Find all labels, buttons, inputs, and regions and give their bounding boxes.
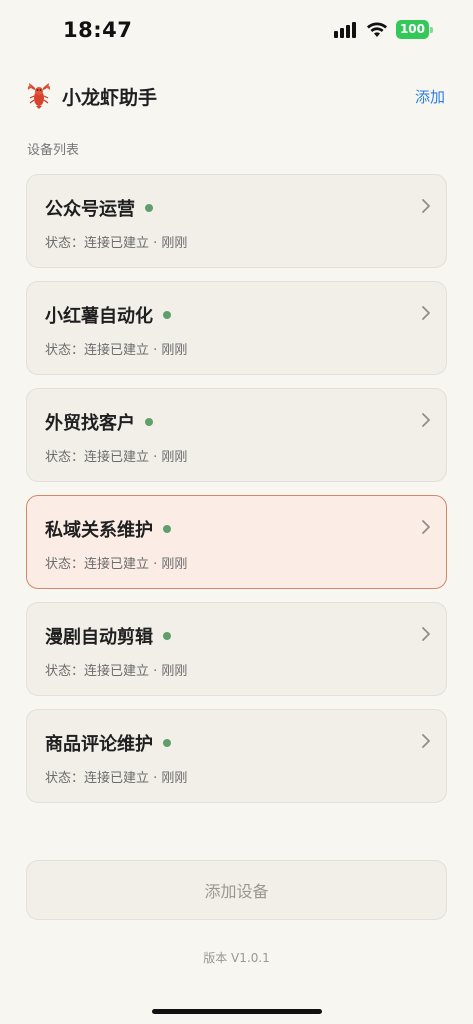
device-card[interactable]: 外贸找客户 状态：连接已建立 · 刚刚	[26, 388, 447, 482]
device-status: 状态：连接已建立 · 刚刚	[45, 450, 188, 465]
device-name: 商品评论维护	[45, 734, 153, 755]
device-list-heading: 设备列表	[27, 143, 80, 158]
app-header: 小龙虾助手 添加	[26, 78, 447, 114]
device-name: 公众号运营	[45, 199, 135, 220]
device-list: 公众号运营 状态：连接已建立 · 刚刚 小红薯自动化 状态：连接已建立 · 刚刚…	[26, 174, 447, 816]
online-status-dot	[163, 632, 171, 640]
device-status: 状态：连接已建立 · 刚刚	[45, 557, 188, 572]
device-name-row: 漫剧自动剪辑	[45, 623, 171, 649]
device-status: 状态：连接已建立 · 刚刚	[45, 664, 188, 679]
online-status-dot	[163, 525, 171, 533]
device-card-selected[interactable]: 私域关系维护 状态：连接已建立 · 刚刚	[26, 495, 447, 589]
online-status-dot	[163, 739, 171, 747]
cellular-signal-icon	[333, 21, 358, 38]
device-name: 外贸找客户	[45, 413, 135, 434]
online-status-dot	[145, 204, 153, 212]
battery-level: 100	[395, 20, 429, 39]
chevron-right-icon	[422, 520, 430, 534]
wifi-icon	[366, 22, 388, 38]
chevron-right-icon	[422, 199, 430, 213]
app-title: 小龙虾助手	[62, 86, 158, 109]
device-name-row: 商品评论维护	[45, 730, 171, 756]
device-status: 状态：连接已建立 · 刚刚	[45, 343, 188, 358]
lobster-icon	[26, 81, 52, 111]
status-time: 18:47	[63, 18, 133, 42]
device-card[interactable]: 小红薯自动化 状态：连接已建立 · 刚刚	[26, 281, 447, 375]
device-card[interactable]: 漫剧自动剪辑 状态：连接已建立 · 刚刚	[26, 602, 447, 696]
device-name-row: 外贸找客户	[45, 409, 153, 435]
chevron-right-icon	[422, 306, 430, 320]
device-status: 状态：连接已建立 · 刚刚	[45, 771, 188, 786]
chevron-right-icon	[422, 413, 430, 427]
add-device-button[interactable]: 添加设备	[26, 860, 447, 920]
device-name: 小红薯自动化	[45, 306, 153, 327]
online-status-dot	[145, 418, 153, 426]
device-status: 状态：连接已建立 · 刚刚	[45, 236, 188, 251]
battery-tip	[430, 26, 433, 33]
status-icons: 100	[333, 20, 433, 39]
device-name-row: 公众号运营	[45, 195, 153, 221]
add-link-button[interactable]: 添加	[415, 86, 447, 107]
chevron-right-icon	[422, 734, 430, 748]
home-indicator[interactable]	[152, 1009, 322, 1014]
device-card[interactable]: 公众号运营 状态：连接已建立 · 刚刚	[26, 174, 447, 268]
device-name-row: 小红薯自动化	[45, 302, 171, 328]
chevron-right-icon	[422, 627, 430, 641]
device-name: 私域关系维护	[45, 520, 153, 541]
device-name: 漫剧自动剪辑	[45, 627, 153, 648]
device-card[interactable]: 商品评论维护 状态：连接已建立 · 刚刚	[26, 709, 447, 803]
battery-indicator: 100	[395, 20, 433, 39]
status-bar: 18:47 100	[0, 0, 473, 60]
device-name-row: 私域关系维护	[45, 516, 171, 542]
online-status-dot	[163, 311, 171, 319]
version-label: 版本 V1.0.1	[203, 951, 270, 965]
